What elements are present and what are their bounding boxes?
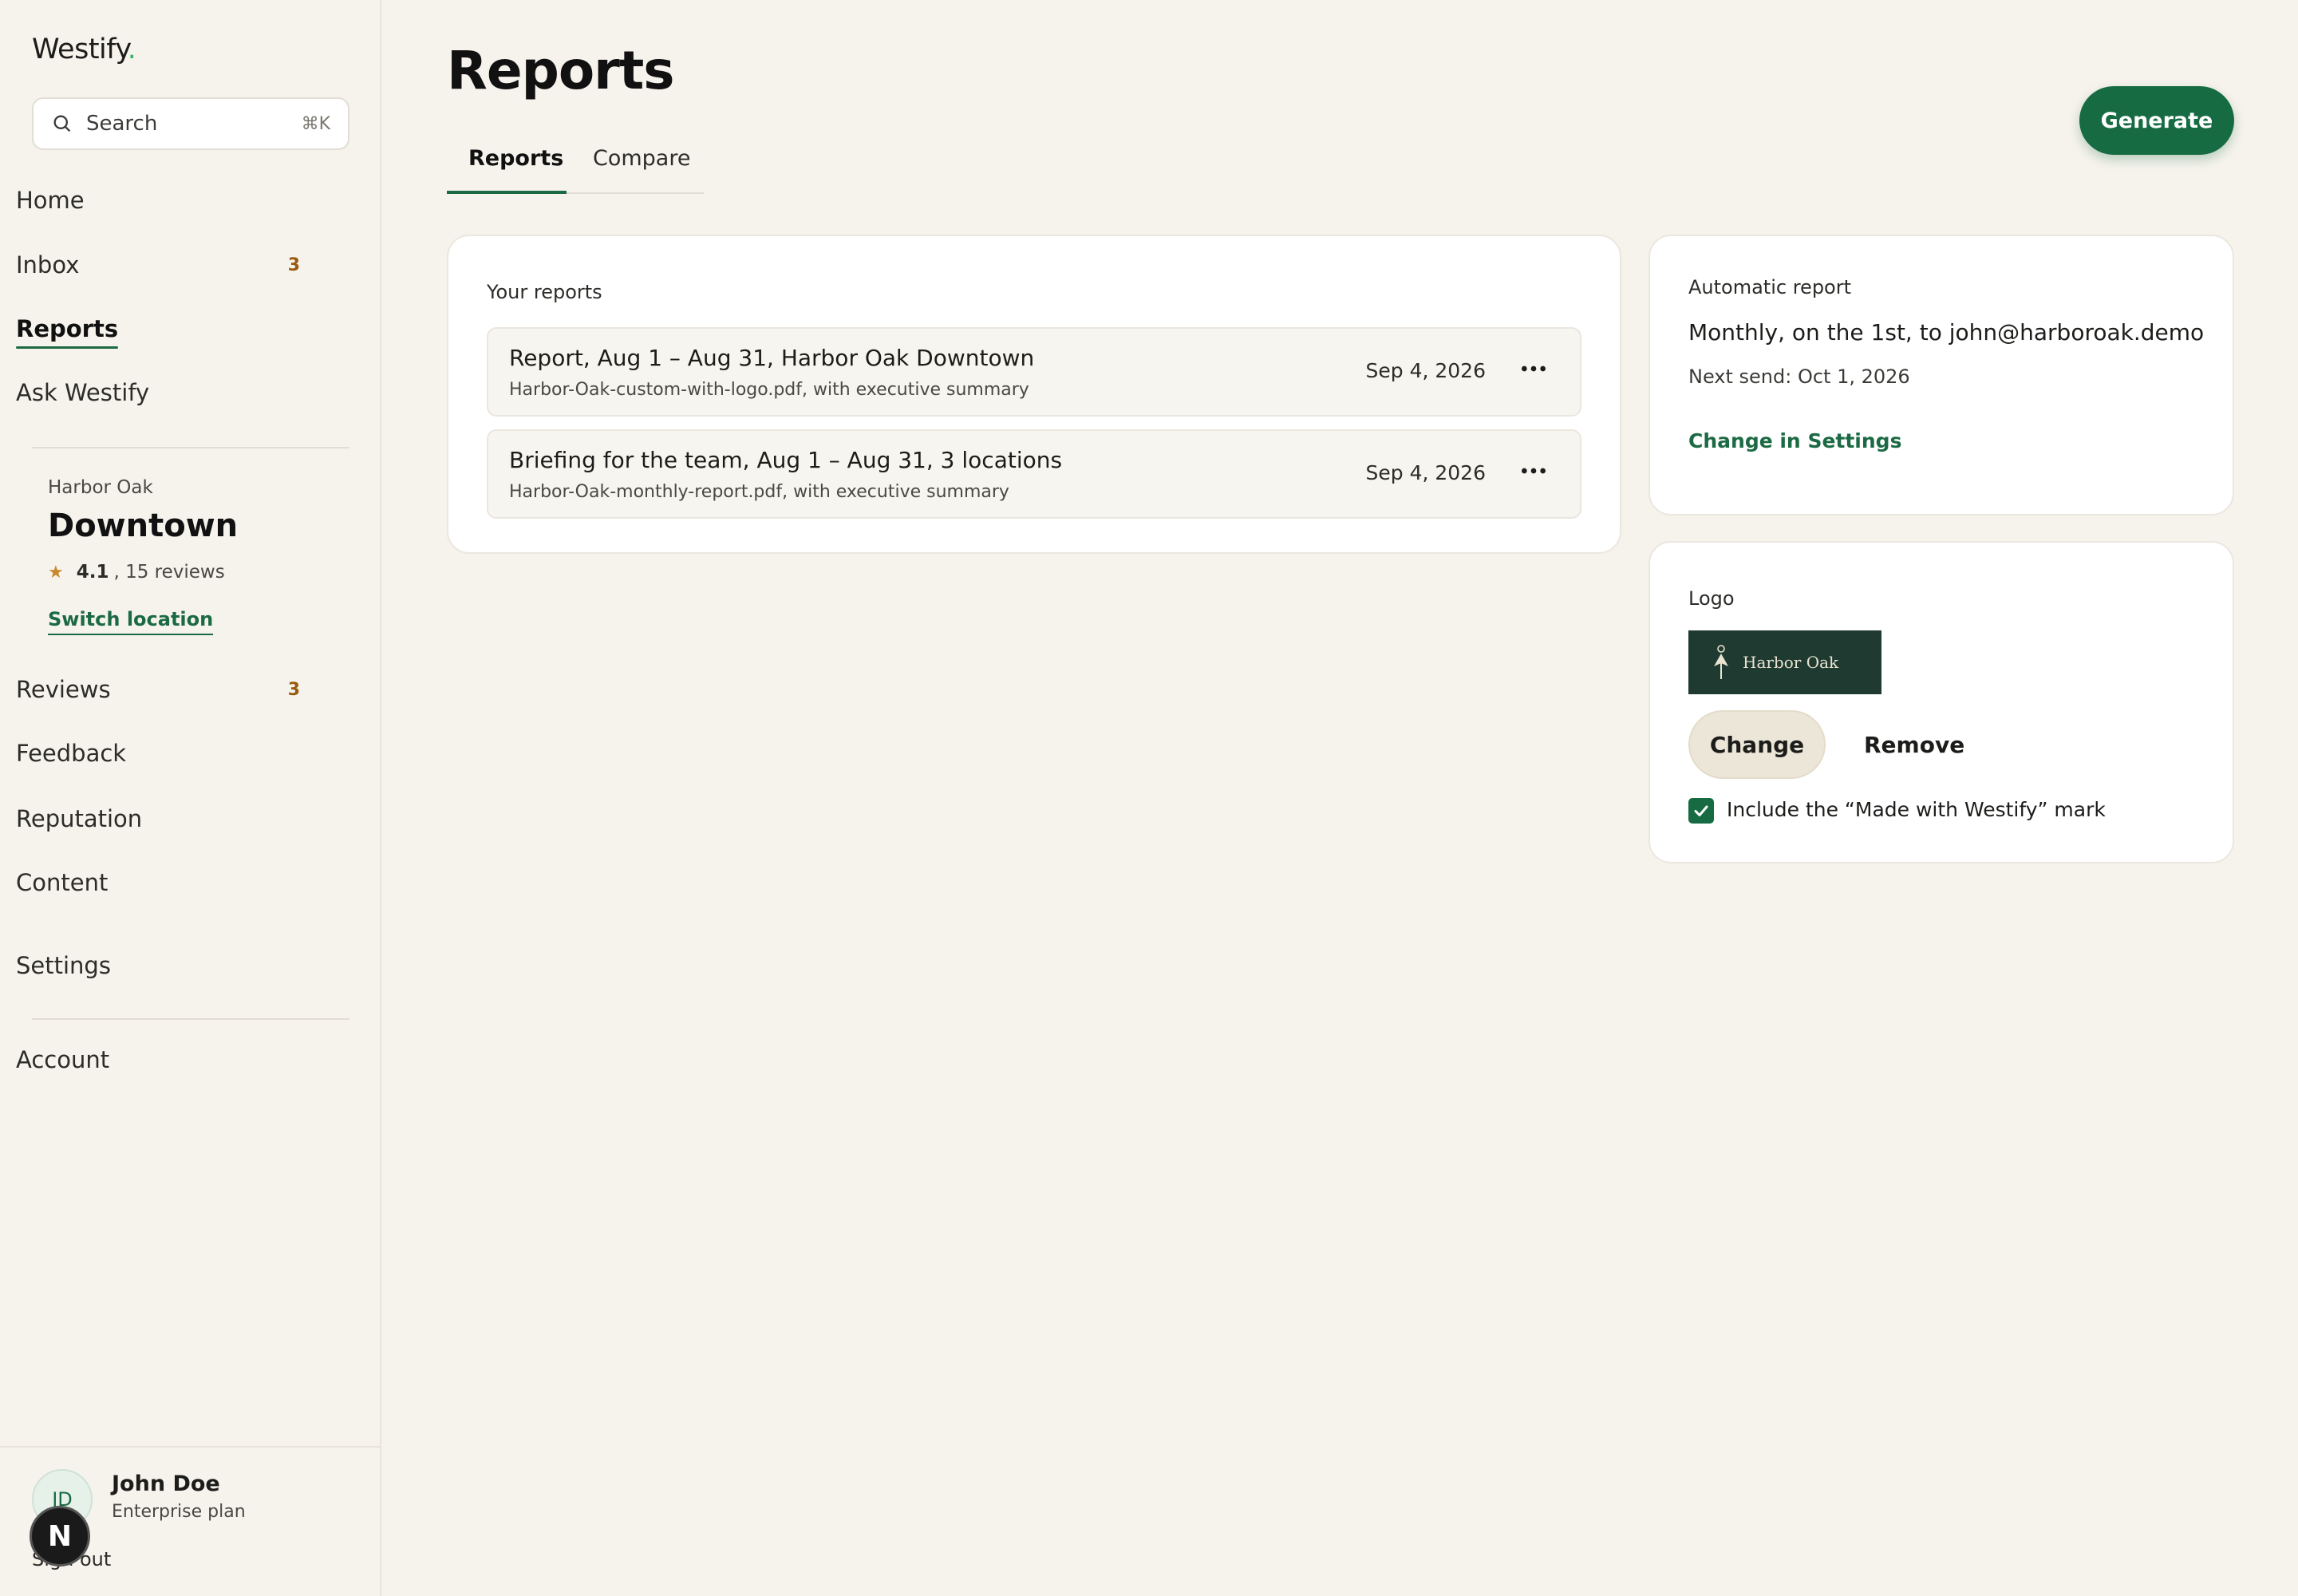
logo-preview-text: Harbor Oak	[1743, 653, 1839, 672]
rating-value: 4.1	[76, 562, 109, 583]
app-name: Westify	[32, 34, 128, 65]
report-file: Harbor-Oak-monthly-report.pdf, with exec…	[509, 482, 1009, 502]
user-name: John Doe	[112, 1472, 220, 1496]
nav-item-label: Inbox	[16, 251, 80, 279]
star-icon: ★	[48, 562, 64, 583]
sidebar-divider	[32, 447, 349, 448]
user-plan: Enterprise plan	[112, 1502, 246, 1522]
generate-button[interactable]: Generate	[2079, 86, 2234, 155]
inbox-count-badge: 3	[287, 255, 300, 275]
dev-tools-badge[interactable]: N	[30, 1506, 90, 1566]
more-options-icon[interactable]	[1518, 455, 1550, 487]
report-title: Report, Aug 1 – Aug 31, Harbor Oak Downt…	[509, 345, 1035, 371]
automatic-report-label: Automatic report	[1688, 276, 1852, 298]
more-options-icon[interactable]	[1518, 353, 1550, 385]
nav-item-reports[interactable]: Reports	[16, 306, 318, 351]
app-logo-dot: .	[127, 34, 136, 65]
sidebar-divider	[32, 1018, 349, 1020]
westify-mark-checkbox[interactable]	[1688, 798, 1714, 824]
app-logo[interactable]: Westify.	[32, 34, 136, 65]
nav-item-label: Reviews	[16, 676, 111, 703]
nav-item-home[interactable]: Home	[16, 178, 318, 223]
westify-mark-label[interactable]: Include the “Made with Westify” mark	[1727, 798, 2106, 821]
sidebar: Westify. Search ⌘K Home Inbox 3 Reports …	[0, 0, 381, 1596]
nav-item-label: Home	[16, 187, 85, 214]
nav-item-label: Feedback	[16, 740, 127, 767]
search-box[interactable]: Search ⌘K	[32, 97, 349, 150]
reviews-count-badge: 3	[287, 679, 300, 700]
location-name: Downtown	[48, 508, 239, 544]
remove-logo-button[interactable]: Remove	[1856, 710, 1972, 779]
tab-bar: Reports Compare	[447, 140, 704, 194]
report-schedule: Monthly, on the 1st, to john@harboroak.d…	[1688, 319, 2205, 346]
nav-item-account[interactable]: Account	[16, 1037, 318, 1082]
tab-compare[interactable]: Compare	[593, 146, 690, 171]
nav-item-settings[interactable]: Settings	[16, 943, 318, 988]
nav-item-content[interactable]: Content	[16, 860, 318, 905]
report-file: Harbor-Oak-custom-with-logo.pdf, with ex…	[509, 380, 1029, 400]
logo-card: Logo Harbor Oak Change Remove Include th…	[1648, 541, 2234, 863]
tab-reports[interactable]: Reports	[468, 146, 563, 171]
active-tab-indicator	[447, 191, 567, 194]
nav-item-label: Reports	[16, 315, 119, 349]
logo-card-label: Logo	[1688, 587, 1735, 610]
nav-item-label: Ask Westify	[16, 379, 150, 406]
search-label: Search	[86, 112, 158, 136]
page-title: Reports	[447, 40, 675, 101]
report-date: Sep 4, 2026	[1365, 359, 1487, 382]
reports-card-label: Your reports	[487, 281, 602, 303]
next-send-date: Next send: Oct 1, 2026	[1688, 365, 1910, 388]
report-date: Sep 4, 2026	[1365, 461, 1487, 484]
checkmark-icon	[1694, 805, 1708, 816]
nav-item-ask-westify[interactable]: Ask Westify	[16, 370, 318, 415]
report-title: Briefing for the team, Aug 1 – Aug 31, 3…	[509, 447, 1063, 473]
search-icon	[53, 115, 71, 132]
nav-item-reviews[interactable]: Reviews 3	[16, 667, 318, 712]
change-in-settings-link[interactable]: Change in Settings	[1688, 429, 1901, 452]
nav-item-label: Reputation	[16, 805, 143, 832]
nav-item-inbox[interactable]: Inbox 3	[16, 243, 318, 287]
switch-location-link[interactable]: Switch location	[48, 608, 214, 635]
leaf-icon	[1714, 645, 1728, 679]
location-rating: ★ 4.1 , 15 reviews	[48, 562, 225, 583]
nav-item-label: Content	[16, 869, 109, 896]
nav-item-feedback[interactable]: Feedback	[16, 731, 318, 776]
report-row[interactable]: Briefing for the team, Aug 1 – Aug 31, 3…	[487, 429, 1581, 519]
location-org: Harbor Oak	[48, 477, 153, 498]
logo-preview: Harbor Oak	[1688, 630, 1881, 694]
nav-item-label: Account	[16, 1046, 110, 1073]
change-logo-button[interactable]: Change	[1688, 710, 1826, 779]
automatic-report-card: Automatic report Monthly, on the 1st, to…	[1648, 235, 2234, 516]
nav-item-reputation[interactable]: Reputation	[16, 796, 318, 841]
review-count: , 15 reviews	[113, 562, 225, 583]
report-row[interactable]: Report, Aug 1 – Aug 31, Harbor Oak Downt…	[487, 327, 1581, 417]
nav-item-label: Settings	[16, 952, 111, 979]
reports-card: Your reports Report, Aug 1 – Aug 31, Har…	[447, 235, 1621, 554]
search-shortcut: ⌘K	[301, 113, 330, 134]
